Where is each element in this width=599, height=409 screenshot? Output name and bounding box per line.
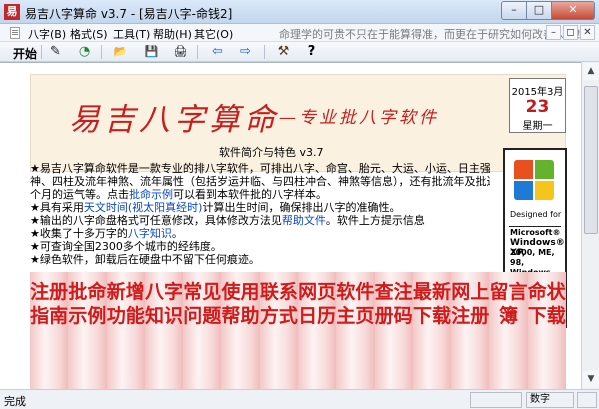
child-close-button[interactable]: ✕ bbox=[580, 25, 595, 40]
status-panel-empty bbox=[470, 392, 522, 408]
calendar-month: 2015年3月 bbox=[511, 87, 564, 98]
window-controls: – □ ✕ bbox=[501, 1, 595, 20]
nav-homepage[interactable]: 软件主页 bbox=[336, 272, 375, 389]
feature-line: ★具有采用天文时间(视太阳真经时)计算出生时间，确保排出八字的准确性。 bbox=[30, 201, 401, 214]
feature-line: ★输出的八字命盘格式可任意修改，具体修改方法见帮助文件。软件上方提示信息 bbox=[30, 214, 425, 227]
status-bar: 完成 数字 bbox=[0, 389, 599, 409]
nav-usage-help[interactable]: 使用帮助 bbox=[221, 272, 260, 389]
content-pane: 易吉八字算命 —专业批八字软件 2015年3月 23 星期一 软件简介与特色 v… bbox=[0, 62, 599, 389]
nav-online-register[interactable]: 网上注册 bbox=[451, 272, 490, 389]
nav-reg-code[interactable]: 查注册码 bbox=[374, 272, 413, 389]
maximize-button[interactable]: □ bbox=[527, 1, 552, 20]
nav-web-calendar[interactable]: 网页日历 bbox=[297, 272, 337, 389]
nav-bazi-knowledge[interactable]: 八字知识 bbox=[144, 272, 184, 389]
nav-faq[interactable]: 常见问题 bbox=[183, 272, 222, 389]
menu-bazi[interactable]: 八字(B) bbox=[28, 26, 66, 42]
open-folder-icon[interactable]: 📂 bbox=[112, 44, 129, 60]
bazi-knowledge-link[interactable]: 八字知识 bbox=[128, 227, 172, 240]
microsoft-label: Microsoft® bbox=[510, 228, 561, 237]
feature-line: 神、四柱及流年神煞、流年属性（包括岁运并临、与四柱冲合、神煞等信息），还有批流年… bbox=[30, 175, 490, 188]
forward-arrow-icon[interactable]: ⇨ bbox=[237, 44, 254, 60]
toolbar: 开始 ✎ ◔ 📂 💾 🖨 ⇦ ⇨ ⚒ ? bbox=[0, 42, 599, 62]
close-button[interactable]: ✕ bbox=[552, 1, 595, 20]
banner-title: 易吉八字算命 bbox=[69, 102, 279, 138]
help-icon[interactable]: ? bbox=[303, 44, 320, 60]
scroll-down-button[interactable]: ▼ bbox=[583, 371, 599, 388]
feature-line: ★可查询全国2300多个城市的经纬度。 bbox=[30, 240, 222, 253]
logo-divider bbox=[509, 226, 561, 227]
help-file-link[interactable]: 帮助文件 bbox=[282, 214, 326, 227]
status-panel-num: 数字 bbox=[526, 392, 574, 408]
menu-tools[interactable]: 工具(T) bbox=[113, 26, 150, 42]
print-icon[interactable]: 🖨 bbox=[172, 44, 189, 60]
nav-latest-download[interactable]: 最新下载 bbox=[412, 272, 452, 389]
nav-contact[interactable]: 联系方式 bbox=[259, 272, 298, 389]
child-restore-button[interactable]: ◻ bbox=[563, 25, 578, 40]
status-text: 完成 bbox=[4, 395, 26, 408]
nav-strip: 注册指南 批命示例 新增功能 八字知识 常见问题 使用帮助 联系方式 网页日历 … bbox=[30, 272, 566, 389]
nav-guestbook[interactable]: 留言簿 bbox=[489, 272, 528, 389]
hammer-icon[interactable]: ⚒ bbox=[275, 44, 292, 60]
toolbar-separator bbox=[197, 45, 198, 59]
refresh-clock-icon[interactable]: ◔ bbox=[76, 44, 93, 60]
nav-register-guide[interactable]: 注册指南 bbox=[30, 272, 69, 389]
menu-format[interactable]: 格式(S) bbox=[70, 26, 108, 42]
app-icon[interactable]: 易 bbox=[4, 4, 20, 20]
scroll-thumb[interactable] bbox=[584, 86, 598, 234]
intro-heading: 软件简介与特色 v3.7 bbox=[219, 146, 324, 159]
nav-mingzhuang-download[interactable]: 命状下载 bbox=[527, 272, 566, 389]
nav-batch-sample[interactable]: 批命示例 bbox=[68, 272, 107, 389]
feature-line: ★绿色软件，卸载后在硬盘中不留下任何痕迹。 bbox=[30, 253, 260, 266]
calendar-weekday: 星期一 bbox=[522, 121, 553, 132]
window-title: 易吉八字算命 v3.7 - [易吉八字-命钱2] bbox=[25, 7, 233, 21]
size-grip[interactable] bbox=[577, 392, 597, 408]
toolbar-separator bbox=[41, 45, 42, 59]
toolbar-separator bbox=[101, 45, 102, 59]
nav-new-features[interactable]: 新增功能 bbox=[106, 272, 145, 389]
scroll-up-button[interactable]: ▲ bbox=[583, 63, 599, 80]
pencil-icon[interactable]: ✎ bbox=[47, 44, 64, 60]
banner-subtitle: —专业批八字软件 bbox=[279, 108, 439, 128]
title-bar: 易 易吉八字算命 v3.7 - [易吉八字-命钱2] – □ ✕ bbox=[0, 0, 599, 24]
windows-flag-icon bbox=[514, 160, 556, 202]
toolbar-separator bbox=[264, 45, 265, 59]
start-button[interactable]: 开始 bbox=[13, 45, 37, 62]
menu-slogan: 命理学的可贵不只在于能算得准，而更在于研究如何改善人生！ bbox=[279, 28, 587, 41]
minimize-button[interactable]: – bbox=[501, 1, 527, 20]
document-icon[interactable] bbox=[10, 27, 20, 39]
child-minimize-button[interactable]: – bbox=[546, 25, 561, 40]
feature-line: 个月的运气等。点击批命示例可以看到本软件批的八字样本。 bbox=[30, 188, 327, 201]
menu-help[interactable]: 帮助(H) bbox=[153, 26, 192, 42]
vertical-scrollbar[interactable]: ▲ ▼ bbox=[581, 62, 599, 389]
menu-other[interactable]: 其它(O) bbox=[194, 26, 233, 42]
feature-line: ★易吉八字算命软件是一款专业的排八字软件，可排出八字、命宫、胎元、大运、小运、日… bbox=[30, 162, 490, 175]
designed-for-label: Designed for bbox=[510, 210, 562, 219]
menu-bar: 八字(B) 格式(S) 工具(T) 帮助(H) 其它(O) 命理学的可贵不只在于… bbox=[0, 24, 599, 42]
save-icon[interactable]: 💾 bbox=[143, 44, 160, 60]
solar-time-link[interactable]: 天文时间(视太阳真经时) bbox=[84, 201, 203, 214]
feature-list: ★易吉八字算命软件是一款专业的排八字软件，可排出八字、命宫、胎元、大运、小运、日… bbox=[30, 162, 490, 266]
batch-sample-link[interactable]: 批命示例 bbox=[129, 188, 173, 201]
back-arrow-icon[interactable]: ⇦ bbox=[209, 44, 226, 60]
feature-line: ★收集了十多万字的八字知识。 bbox=[30, 227, 183, 240]
calendar-widget[interactable]: 2015年3月 23 星期一 bbox=[509, 78, 566, 133]
calendar-day: 23 bbox=[525, 97, 550, 117]
